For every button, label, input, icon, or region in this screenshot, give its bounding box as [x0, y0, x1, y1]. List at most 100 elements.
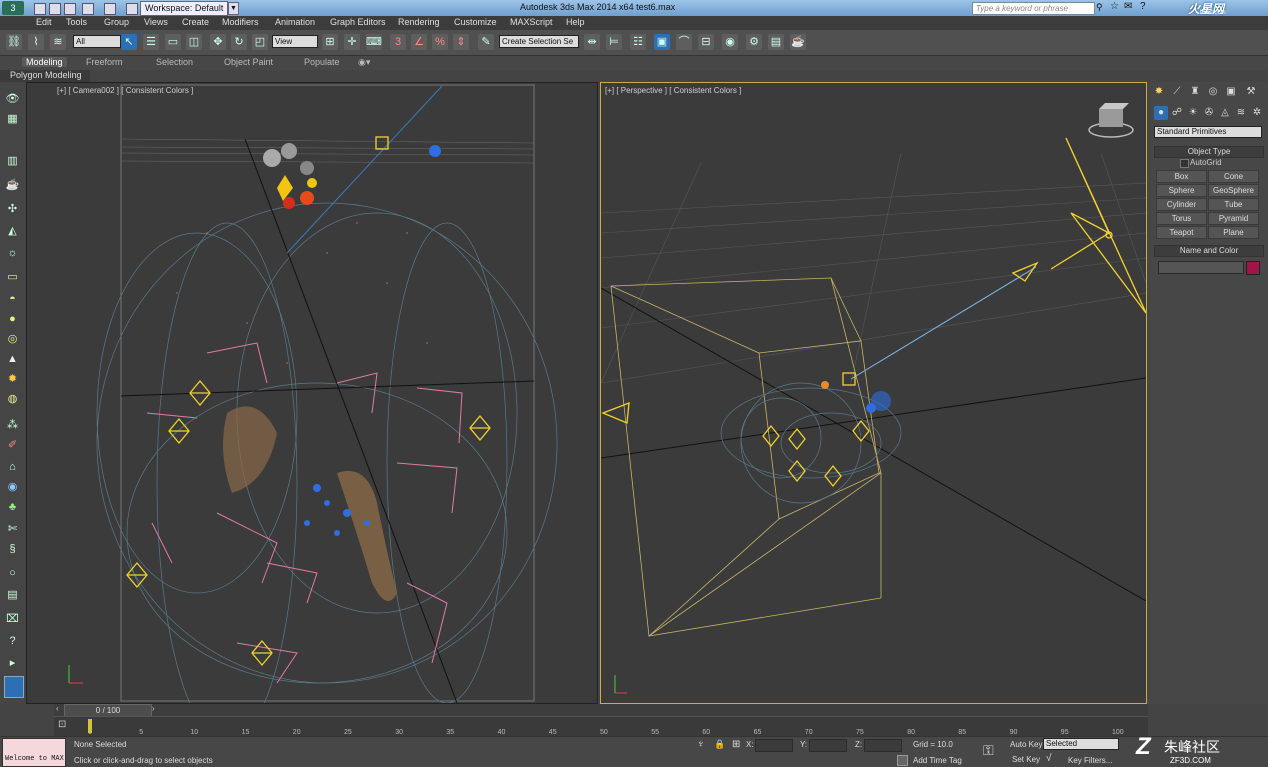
undo-icon[interactable] [82, 3, 94, 15]
utilities-panel-icon[interactable]: ⚒ [1244, 85, 1258, 99]
link-icon[interactable]: ⛓ [6, 34, 22, 50]
new-file-icon[interactable] [34, 3, 46, 15]
project-folder-icon[interactable] [126, 3, 138, 15]
sphere-button[interactable]: Sphere [1156, 184, 1207, 197]
dome-primitive-icon[interactable]: ◓ [5, 292, 20, 306]
globe-tool-icon[interactable]: ◉ [5, 480, 20, 494]
geometry-icon[interactable]: ● [1154, 106, 1168, 120]
spinner-snap-icon[interactable]: ⇕ [453, 34, 469, 50]
plane-button[interactable]: Plane [1208, 226, 1259, 239]
menu-help[interactable]: Help [566, 17, 585, 27]
set-key-button[interactable]: Set Key [1012, 755, 1040, 764]
binoculars-icon[interactable]: ⚲ [1096, 2, 1107, 13]
x-coordinate-field[interactable] [755, 739, 793, 752]
cylinder-button[interactable]: Cylinder [1156, 198, 1207, 211]
menu-tools[interactable]: Tools [66, 17, 87, 27]
communication-center-icon[interactable]: ✉ [1124, 1, 1135, 12]
building-tool-icon[interactable]: ▤ [5, 588, 20, 602]
reference-coordinate-dropdown[interactable]: View [272, 35, 318, 48]
star-icon[interactable]: ☆ [1110, 1, 1121, 12]
category-dropdown[interactable]: Standard Primitives [1154, 126, 1262, 138]
systems-icon[interactable]: ✲ [1250, 106, 1264, 120]
mirror-icon[interactable]: ⇹ [584, 34, 600, 50]
maxscript-listener[interactable]: Welcome to MAX [2, 738, 66, 767]
isolate-icon[interactable]: ♆ [697, 739, 705, 750]
foliage-tool-icon[interactable]: ♣ [5, 500, 20, 514]
workspace-dropdown-arrow-icon[interactable]: ▼ [228, 2, 239, 15]
align-icon[interactable]: ⊨ [606, 34, 622, 50]
edit-named-selection-icon[interactable]: ✎ [478, 34, 494, 50]
workspace-dropdown[interactable]: Workspace: Default [140, 1, 229, 16]
ribbon-tab-populate[interactable]: Populate [304, 57, 340, 67]
track-bar[interactable]: 0 5 10 15 20 25 30 35 40 45 50 55 60 65 70 75 80 85 90 95 10… [54, 716, 1148, 737]
snaps-toggle-icon[interactable]: 3 [390, 34, 406, 50]
prev-frame-arrow-icon[interactable]: ‹ [56, 704, 59, 713]
ribbon-tab-modeling[interactable]: Modeling [22, 57, 67, 67]
torus-button[interactable]: Torus [1156, 212, 1207, 225]
redo-icon[interactable] [104, 3, 116, 15]
grid-tool-icon[interactable]: ▥ [5, 154, 20, 168]
rotate-icon[interactable]: ↻ [231, 34, 247, 50]
transform-mode-icon[interactable]: ⊞ [732, 739, 740, 750]
info-tool-icon[interactable]: ⌧ [5, 612, 20, 626]
teapot-tool-icon[interactable]: ☕ [5, 178, 20, 192]
helpers-icon[interactable]: ◬ [1218, 106, 1232, 120]
render-production-icon[interactable]: ☕ [790, 34, 806, 50]
box-primitive-icon[interactable]: ▭ [5, 270, 20, 284]
menu-group[interactable]: Group [104, 17, 129, 27]
help-circle-icon[interactable]: ? [5, 634, 20, 648]
graphite-tools-icon[interactable]: ▣ [654, 34, 670, 50]
ribbon-tab-freeform[interactable]: Freeform [86, 57, 123, 67]
polygon-modeling-label[interactable]: Polygon Modeling [10, 70, 82, 80]
auto-key-button[interactable]: Auto Key [1010, 740, 1042, 749]
menu-create[interactable]: Create [182, 17, 209, 27]
pivot-center-icon[interactable]: ⊞ [322, 34, 338, 50]
add-time-tag[interactable]: Add Time Tag [913, 756, 962, 765]
render-sphere-icon[interactable]: ○ [5, 566, 20, 580]
lights-icon[interactable]: ☀ [1186, 106, 1200, 120]
display-panel-icon[interactable]: ▣ [1224, 85, 1238, 99]
key-selection-dropdown[interactable]: Selected [1043, 738, 1119, 750]
time-slider[interactable]: ‹ 0 / 100 › [54, 704, 1148, 717]
cameras-icon[interactable]: ✇ [1202, 106, 1216, 120]
open-file-icon[interactable] [49, 3, 61, 15]
mesh-tool-icon[interactable]: ⌂ [5, 460, 20, 474]
mini-curve-editor-icon[interactable]: ⊡ [58, 719, 72, 731]
object-color-swatch[interactable] [1246, 261, 1260, 275]
light-tool-icon[interactable]: ☼ [5, 246, 20, 260]
help-icon[interactable]: ? [1140, 1, 1151, 12]
bone-tool-icon[interactable]: ✄ [5, 522, 20, 536]
keyboard-shortcut-override-icon[interactable]: ⌨ [366, 34, 382, 50]
next-frame-arrow-icon[interactable]: › [152, 704, 155, 713]
ribbon-tab-object-paint[interactable]: Object Paint [224, 57, 273, 67]
menu-modifiers[interactable]: Modifiers [222, 17, 259, 27]
modify-panel-icon[interactable]: ⟋ [1170, 85, 1184, 99]
pyramid-button[interactable]: Pyramid [1208, 212, 1259, 225]
menu-animation[interactable]: Animation [275, 17, 315, 27]
move-icon[interactable]: ✥ [210, 34, 226, 50]
schematic-view-icon[interactable]: ⊟ [698, 34, 714, 50]
curve-editor-icon[interactable]: ⌒ [676, 34, 692, 50]
window-crossing-icon[interactable]: ◫ [186, 34, 202, 50]
named-selection-set-dropdown[interactable]: Create Selection Se [499, 35, 579, 48]
teapot-button[interactable]: Teapot [1156, 226, 1207, 239]
shapes-icon[interactable]: ☍ [1170, 106, 1184, 120]
object-type-rollout[interactable]: Object Type [1154, 146, 1264, 158]
bind-space-warp-icon[interactable]: ≋ [50, 34, 66, 50]
time-tag-icon[interactable] [897, 755, 908, 766]
y-coordinate-field[interactable] [809, 739, 847, 752]
menu-customize[interactable]: Customize [454, 17, 497, 27]
layer-manager-icon[interactable]: ☷ [630, 34, 646, 50]
torus-primitive-icon[interactable]: ◎ [5, 332, 20, 346]
camera-viewport[interactable]: [+] [ Camera002 ] [ Consistent Colors ] [26, 82, 598, 704]
geosphere-button[interactable]: GeoSphere [1208, 184, 1259, 197]
paint-tool-icon[interactable]: ✐ [5, 438, 20, 452]
set-key-mode-icon[interactable]: ⚿ [983, 742, 994, 759]
sphere-primitive-icon[interactable]: ● [5, 312, 20, 326]
render-setup-icon[interactable]: ⚙ [746, 34, 762, 50]
unlink-icon[interactable]: ⌇ [28, 34, 44, 50]
viewport-layout-button[interactable] [4, 676, 24, 698]
shape-tool-icon[interactable]: ◭ [5, 224, 20, 238]
menu-rendering[interactable]: Rendering [398, 17, 440, 27]
scene-explorer-icon[interactable]: ▦ [5, 112, 20, 126]
